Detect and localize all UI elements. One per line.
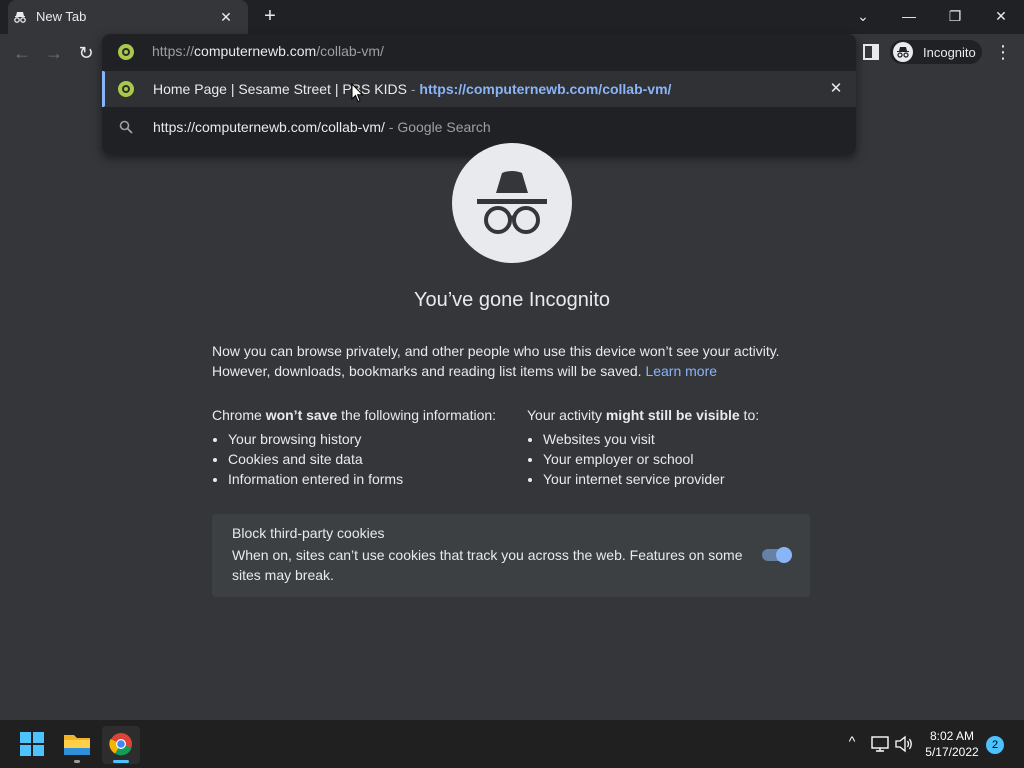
suggestion-item-search[interactable]: https://computernewb.com/collab-vm/ - Go… (153, 119, 491, 135)
list-item: Information entered in forms (228, 469, 512, 489)
minimize-button[interactable]: — (886, 0, 932, 32)
chrome-icon[interactable] (103, 726, 139, 762)
cookie-title: Block third-party cookies (232, 525, 385, 541)
mouse-cursor-icon (351, 83, 364, 103)
list-item: Your internet service provider (543, 469, 827, 489)
site-favicon-icon (118, 81, 134, 97)
volume-icon[interactable] (894, 735, 914, 753)
reload-button[interactable]: ↻ (72, 40, 100, 66)
page-title: You’ve gone Incognito (413, 289, 611, 311)
address-bar-input[interactable]: https://computernewb.com/collab-vm/ (152, 43, 384, 59)
forward-button[interactable]: → (40, 40, 68, 66)
still-visible-column: Your activity might still be visible to:… (527, 405, 827, 489)
cookie-toggle-knob[interactable] (776, 547, 792, 563)
new-tab-button[interactable]: + (258, 6, 282, 28)
explorer-running-indicator (74, 760, 80, 763)
tab-search-button[interactable]: ⌄ (840, 0, 886, 32)
close-window-button[interactable]: ✕ (978, 0, 1024, 32)
suggestion-separator: - (406, 81, 420, 97)
remove-suggestion-icon[interactable]: ✕ (826, 79, 846, 99)
tray-overflow-icon[interactable]: ^ (843, 733, 861, 753)
incognito-label: Incognito (923, 45, 976, 60)
intro-line-1: Now you can browse privately, and other … (212, 343, 780, 359)
clock-date[interactable]: 5/17/2022 (924, 745, 980, 759)
back-button[interactable]: ← (8, 40, 36, 66)
list-item: Your browsing history (228, 429, 512, 449)
url-path: /collab-vm/ (316, 43, 384, 59)
cookie-description: When on, sites can’t use cookies that tr… (232, 547, 743, 583)
chrome-active-indicator (113, 760, 129, 763)
incognito-tab-icon (14, 12, 26, 23)
url-scheme: https:// (152, 43, 195, 59)
suggestion-search-engine: - Google Search (384, 119, 491, 135)
suggestion-title: Home Page | Sesame Street | PBS KIDS (153, 81, 407, 97)
site-favicon-icon (118, 44, 134, 60)
restore-button[interactable]: ❐ (932, 0, 978, 32)
learn-more-link[interactable]: Learn more (645, 363, 717, 379)
side-panel-icon[interactable] (862, 43, 880, 61)
wont-save-column: Chrome won’t save the following informat… (212, 405, 512, 489)
list-item: Websites you visit (543, 429, 827, 449)
tab-close-icon[interactable]: ✕ (216, 7, 236, 27)
suggestion-query: https://computernewb.com/collab-vm/ (153, 119, 385, 135)
incognito-hero-icon (452, 143, 572, 263)
list-item: Your employer or school (543, 449, 827, 469)
notification-badge[interactable]: 2 (986, 736, 1004, 754)
intro-line-2: However, downloads, bookmarks and readin… (212, 363, 642, 379)
incognito-glyph (477, 171, 547, 234)
tab-title: New Tab (36, 9, 87, 24)
incognito-icon (893, 42, 913, 62)
file-explorer-icon[interactable] (59, 726, 95, 762)
clock-time[interactable]: 8:02 AM (924, 729, 980, 743)
url-host: computernewb.com (194, 43, 317, 59)
search-icon (119, 120, 133, 134)
suggestion-selected-indicator (102, 71, 105, 107)
suggestion-url: https://computernewb.com/collab-vm/ (419, 81, 672, 97)
incognito-intro: Now you can browse privately, and other … (212, 341, 812, 381)
still-visible-title: Your activity might still be visible to: (527, 407, 760, 423)
menu-icon[interactable]: ⋮ (994, 42, 1012, 62)
windows-start-icon[interactable] (14, 726, 50, 762)
suggestion-text: Home Page | Sesame Street | PBS KIDS - h… (153, 81, 671, 97)
wont-save-title: Chrome won’t save the following informat… (212, 407, 497, 423)
network-icon[interactable] (870, 735, 890, 753)
list-item: Cookies and site data (228, 449, 512, 469)
